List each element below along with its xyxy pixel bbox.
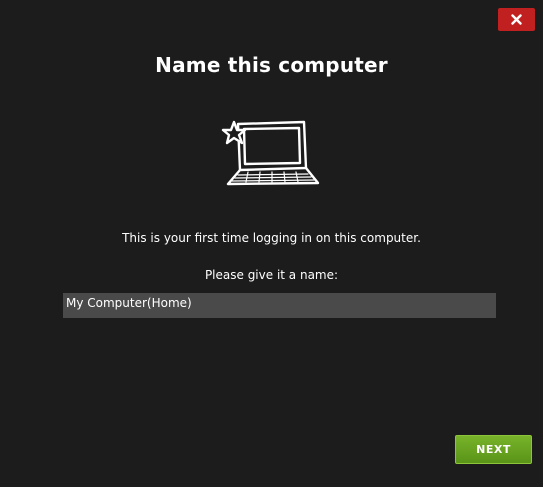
laptop-icon: [221, 120, 320, 186]
close-button[interactable]: [498, 8, 535, 31]
name-prompt-label: Please give it a name:: [204, 268, 339, 282]
close-icon: [511, 14, 522, 25]
computer-name-input[interactable]: [63, 293, 496, 318]
next-button[interactable]: NEXT: [455, 435, 532, 464]
first-login-message: This is your first time logging in on th…: [122, 231, 421, 245]
name-computer-dialog: Name this computer This is your first ti…: [0, 0, 543, 487]
dialog-title: Name this computer: [155, 53, 388, 77]
